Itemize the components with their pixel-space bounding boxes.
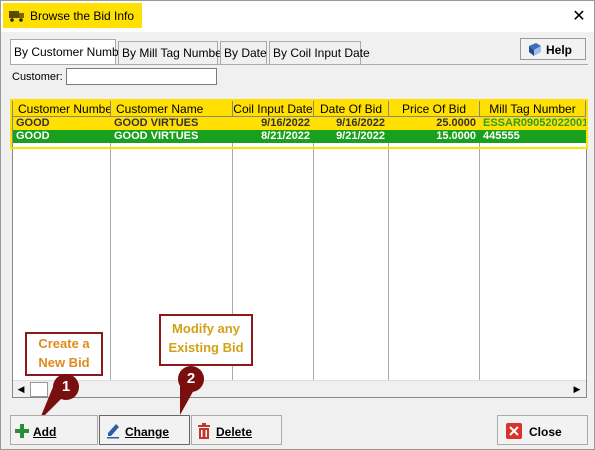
table-row[interactable]: GOOD GOOD VIRTUES 8/21/2022 9/21/2022 15… [13,130,586,143]
column-header-customer-number[interactable]: Customer Number [13,101,111,117]
trash-icon [198,423,210,439]
step-badge: 2 [178,366,204,392]
close-icon [506,423,522,439]
callout-text: New Bid [38,355,90,370]
callout-text: Modify any [172,321,240,336]
horizontal-scrollbar[interactable]: ◀ ▶ [13,380,586,397]
tab-by-customer-number[interactable]: By Customer Number [10,39,129,65]
column-header-customer-name[interactable]: Customer Name [111,101,233,117]
cell-date-of-bid: 9/16/2022 [336,117,385,129]
tab-by-date[interactable]: By Date [220,41,267,64]
callout-text: Create a [38,336,90,351]
close-icon[interactable]: ✕ [569,7,589,27]
cell-mill-tag-number: 445555 [483,130,520,142]
plus-icon [15,424,29,438]
scroll-right-icon[interactable]: ▶ [569,384,585,395]
cell-coil-input-date: 8/21/2022 [261,130,310,142]
customer-label: Customer: [12,71,63,83]
help-button[interactable]: Help [520,38,586,60]
column-header-mill-tag-number[interactable]: Mill Tag Number [480,101,586,117]
change-button[interactable]: Change [99,415,190,445]
pencil-icon [107,424,119,439]
cell-price-of-bid: 25.0000 [436,117,476,129]
callout-text: Existing Bid [168,340,244,355]
title-bar: Browse the Bid Info ✕ [1,1,594,32]
callout-modify-bid: Modify any Existing Bid [159,314,253,366]
cell-customer-name: GOOD VIRTUES [114,130,199,142]
customer-input[interactable] [66,68,217,85]
cell-mill-tag-number: ESSAR09052022001 [483,117,586,129]
table-row[interactable]: GOOD GOOD VIRTUES 9/16/2022 9/16/2022 25… [13,117,586,130]
tab-divider [10,64,588,65]
step-badge: 1 [53,374,79,400]
cell-customer-number: GOOD [16,130,50,142]
cell-customer-number: GOOD [16,117,50,129]
close-label: Close [529,425,562,439]
window-title: Browse the Bid Info [30,9,135,23]
browse-bid-window: Browse the Bid Info ✕ By Customer Number… [0,0,595,450]
cell-coil-input-date: 9/16/2022 [261,117,310,129]
cell-date-of-bid: 9/21/2022 [336,130,385,142]
cell-customer-name: GOOD VIRTUES [114,117,199,129]
delete-button[interactable]: Delete [191,415,282,445]
column-header-price-of-bid[interactable]: Price Of Bid [389,101,480,117]
tab-by-mill-tag-number[interactable]: By Mill Tag Number [118,41,226,64]
delete-label: Delete [216,425,253,439]
help-label: Help [546,43,573,57]
close-button[interactable]: Close [497,415,588,445]
column-header-date-of-bid[interactable]: Date Of Bid [314,101,389,117]
book-icon [529,43,541,56]
add-label: Add [33,425,57,439]
tab-by-coil-input-date[interactable]: By Coil Input Date [269,41,370,64]
truck-icon [9,11,24,22]
change-label: Change [125,425,170,439]
add-button[interactable]: Add [10,415,98,445]
column-header-coil-input-date[interactable]: Coil Input Date [233,101,314,117]
scroll-left-icon[interactable]: ◀ [13,384,29,395]
callout-create-bid: Create a New Bid [25,332,103,376]
cell-price-of-bid: 15.0000 [436,130,476,142]
